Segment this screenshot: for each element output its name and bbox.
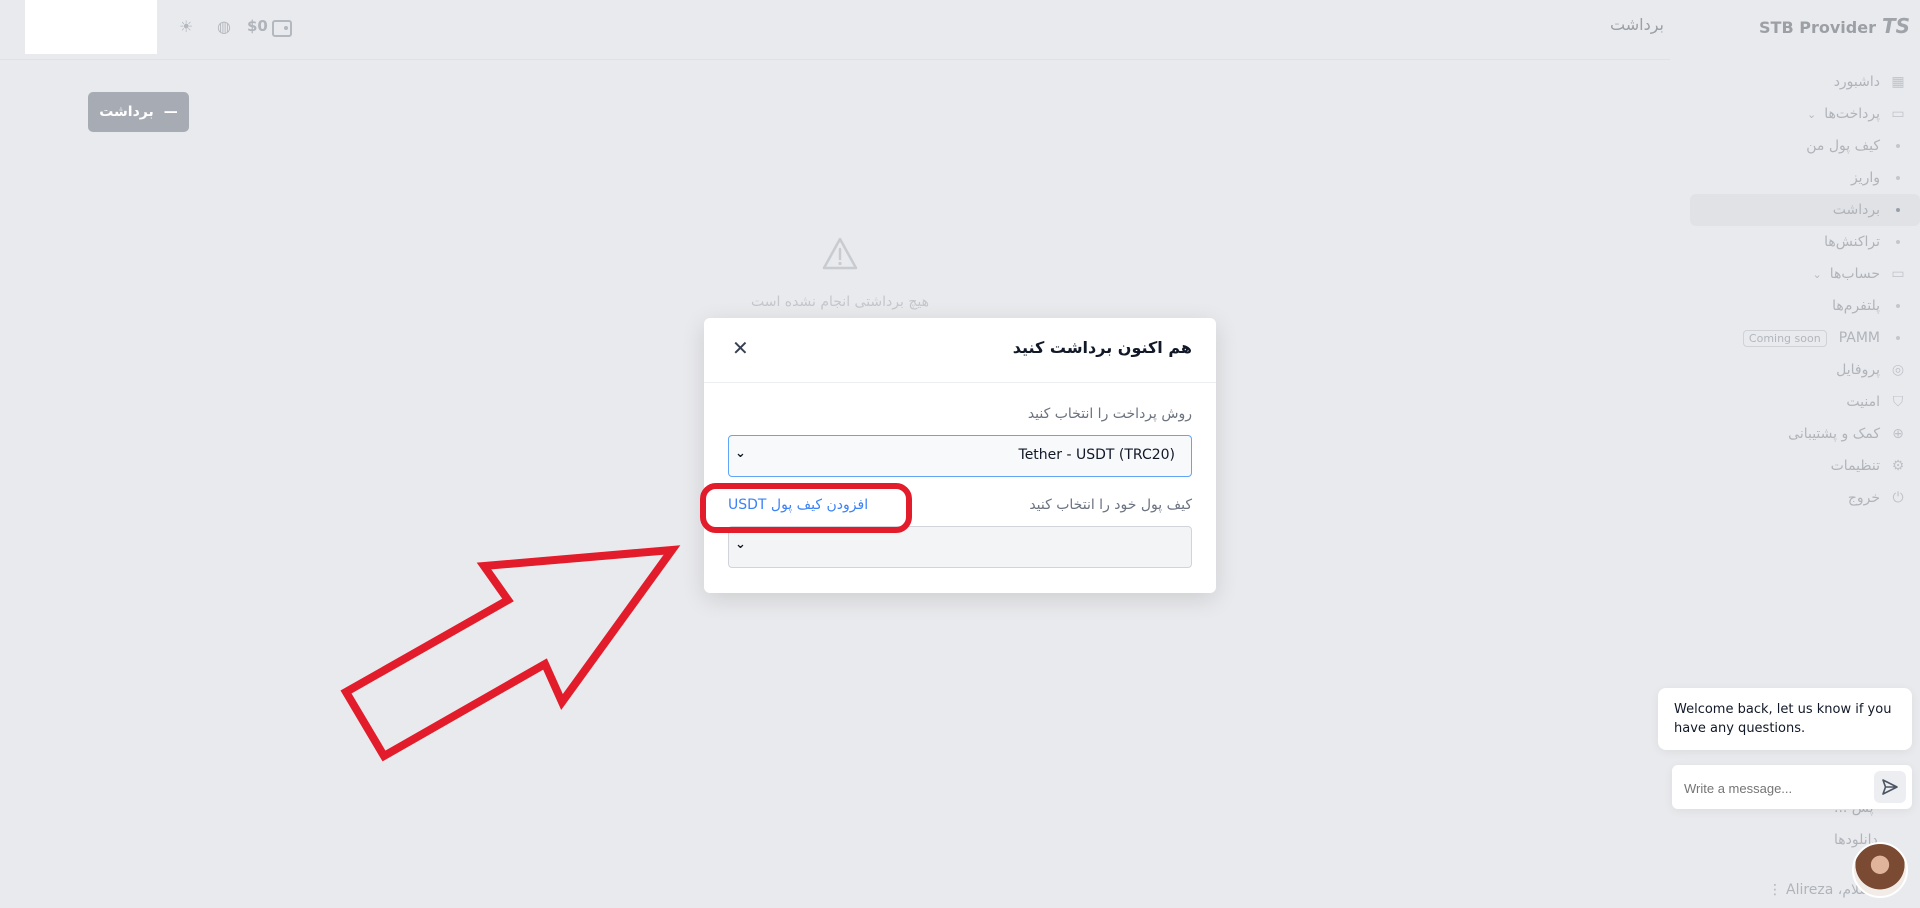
sidebar-item-label: امنیت <box>1846 394 1880 410</box>
sidebar-item-label: پلتفرم‌ها <box>1832 298 1880 314</box>
sidebar-item-support[interactable]: ⊕ کمک و پشتیبانی <box>1690 418 1920 450</box>
coming-soon-badge: Coming soon <box>1742 329 1827 347</box>
sidebar-item-label: کمک و پشتیبانی <box>1788 426 1880 442</box>
brand-name: STB Provider <box>1759 18 1876 37</box>
page-title: برداشت <box>1610 15 1664 34</box>
withdraw-button[interactable]: برداشت — <box>88 92 189 132</box>
warning-icon <box>822 237 858 270</box>
sidebar-item-profile[interactable]: ◎ پروفایل <box>1690 354 1920 386</box>
wallet-label: کیف پول خود را انتخاب کنید <box>1029 497 1192 513</box>
sidebar-item-label: تنظیمات <box>1830 458 1880 474</box>
gear-icon: ⚙ <box>1891 458 1905 474</box>
sidebar-item-label: پروفایل <box>1836 362 1880 378</box>
sidebar-item-label: داشبورد <box>1833 74 1880 90</box>
chat-input-box <box>1672 765 1912 809</box>
payment-method-label: روش پرداخت را انتخاب کنید <box>1027 406 1192 422</box>
monitor-icon: ▭ <box>1891 266 1905 282</box>
highlight-annotation <box>700 483 912 533</box>
sidebar-item-label: خروج <box>1847 490 1880 506</box>
sidebar-item-label: واریز <box>1850 170 1880 186</box>
empty-state-text: هیچ برداشتی انجام نشده است <box>750 294 929 310</box>
sidebar-item-label: حساب‌ها <box>1829 266 1880 282</box>
chevron-down-icon: ⌄ <box>735 537 746 552</box>
sidebar-item-deposit[interactable]: واریز <box>1690 162 1920 194</box>
user-icon: ◎ <box>1891 362 1905 378</box>
sidebar-item-transactions[interactable]: تراکنش‌ها <box>1690 226 1920 258</box>
sidebar-item-pamm[interactable]: PAMM Coming soon <box>1690 322 1920 354</box>
chevron-down-icon: ⌄ <box>1812 267 1822 281</box>
send-icon <box>1882 779 1898 795</box>
chevron-down-icon: ⌄ <box>735 446 746 461</box>
sun-icon[interactable]: ☀ <box>179 17 193 37</box>
minus-icon: — <box>163 104 178 120</box>
sidebar-item-platforms[interactable]: پلتفرم‌ها <box>1690 290 1920 322</box>
sidebar-item-label: پرداخت‌ها <box>1824 106 1880 122</box>
topbar-divider <box>0 59 1670 60</box>
grid-icon: ▦ <box>1891 74 1905 90</box>
modal-title: هم اکنون برداشت کنید <box>1012 338 1192 357</box>
sidebar-item-label: تراکنش‌ها <box>1824 234 1880 250</box>
top-bar: ☀ ◍ $0 برداشت STB Provider TS <box>0 0 1920 56</box>
payment-method-value: Tether - USDT (TRC20) <box>1018 447 1175 463</box>
shield-icon: ⛉ <box>1892 394 1904 410</box>
close-icon[interactable]: ✕ <box>732 336 749 360</box>
sidebar-item-settings[interactable]: ⚙ تنظیمات <box>1690 450 1920 482</box>
globe-icon[interactable]: ◍ <box>217 17 231 37</box>
sidebar-item-label: کیف پول من <box>1806 138 1880 154</box>
bullet-icon <box>1896 144 1900 148</box>
card-icon: ▭ <box>1891 106 1905 122</box>
sidebar-item-accounts[interactable]: ▭ حساب‌ها ⌄ <box>1690 258 1920 290</box>
power-icon: ⏻ <box>1892 490 1904 506</box>
sidebar-item-payments[interactable]: ▭ پرداخت‌ها ⌄ <box>1690 98 1920 130</box>
withdraw-button-label: برداشت <box>99 104 154 120</box>
send-button[interactable] <box>1874 771 1906 803</box>
withdraw-modal: هم اکنون برداشت کنید ✕ روش پرداخت را انت… <box>704 318 1216 593</box>
logo-placeholder <box>25 0 157 54</box>
bullet-icon <box>1896 240 1900 244</box>
bullet-icon <box>1896 176 1900 180</box>
wallet-icon[interactable] <box>272 20 292 37</box>
payment-method-select[interactable]: Tether - USDT (TRC20) ⌄ <box>728 435 1192 477</box>
chat-message-input[interactable] <box>1682 775 1866 801</box>
sidebar-item-withdraw[interactable]: برداشت <box>1690 194 1920 226</box>
balance-amount: $0 <box>247 17 268 35</box>
brand[interactable]: STB Provider TS <box>1720 14 1910 38</box>
bullet-icon <box>1896 304 1900 308</box>
sidebar-item-security[interactable]: ⛉ امنیت <box>1690 386 1920 418</box>
bullet-icon <box>1896 208 1900 212</box>
lifebuoy-icon: ⊕ <box>1892 426 1904 442</box>
sidebar-item-logout[interactable]: ⏻ خروج <box>1690 482 1920 514</box>
sidebar-item-label: PAMM <box>1838 330 1880 346</box>
support-avatar[interactable] <box>1852 842 1908 898</box>
sidebar-item-my-wallet[interactable]: کیف پول من <box>1690 130 1920 162</box>
sidebar: ▦ داشبورد ▭ پرداخت‌ها ⌄ کیف پول من واریز بر… <box>1690 66 1920 514</box>
brand-logo-icon: TS <box>1881 14 1910 38</box>
sidebar-item-label: برداشت <box>1832 202 1880 218</box>
sidebar-item-dashboard[interactable]: ▦ داشبورد <box>1690 66 1920 98</box>
chat-welcome-message: Welcome back, let us know if you have an… <box>1658 688 1912 750</box>
modal-header: هم اکنون برداشت کنید ✕ <box>704 318 1216 383</box>
more-vertical-icon[interactable]: ⋮ <box>1768 882 1782 898</box>
bullet-icon <box>1896 336 1900 340</box>
chevron-down-icon: ⌄ <box>1806 107 1817 121</box>
